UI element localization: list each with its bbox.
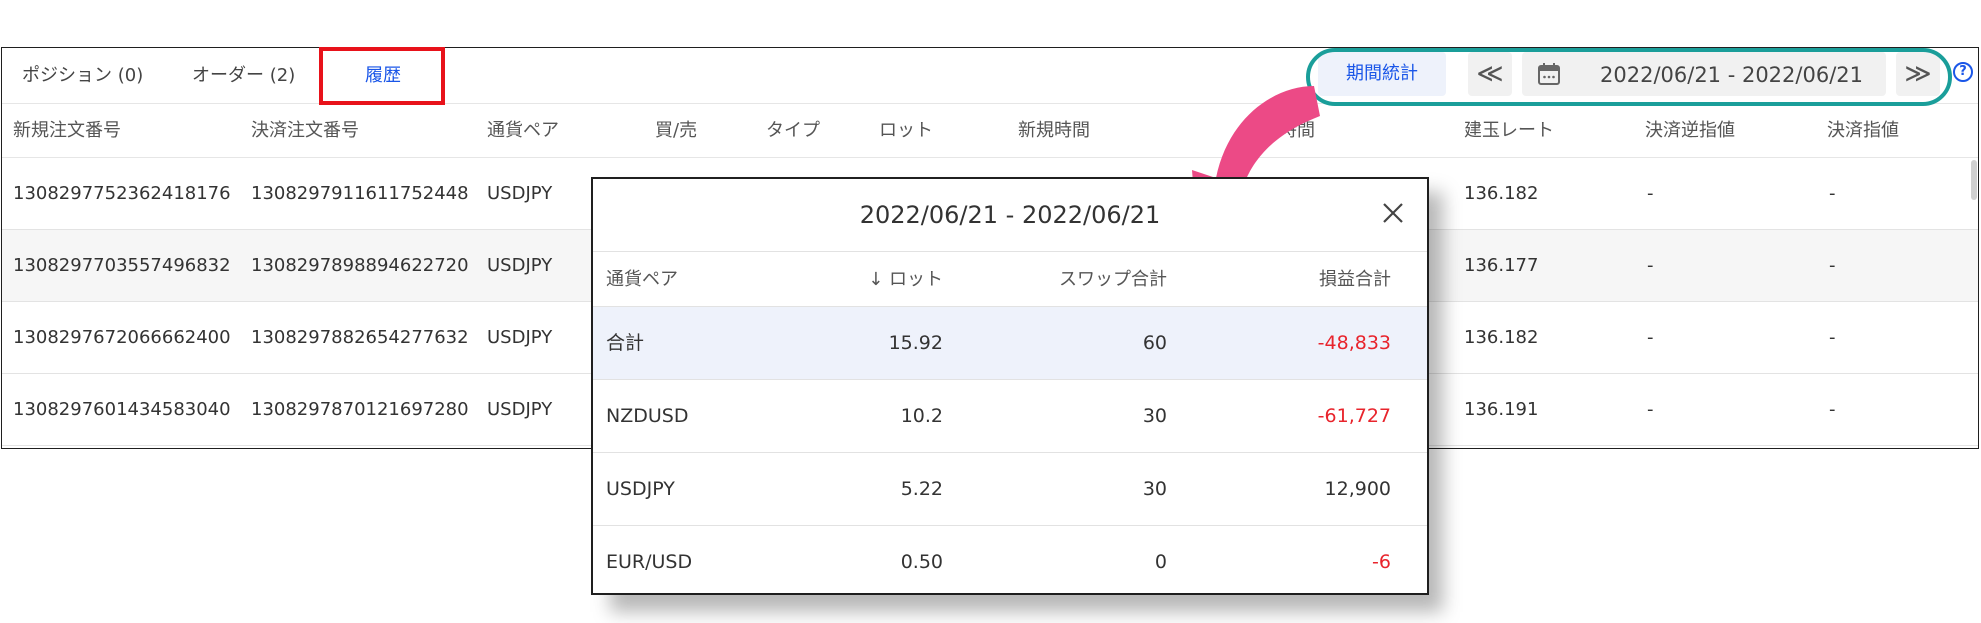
stats-pnl: -61,727 <box>1317 405 1391 427</box>
header-lot: ロット <box>879 120 933 141</box>
stats-swap: 60 <box>1142 332 1167 354</box>
header-new-order-no: 新規注文番号 <box>13 120 121 141</box>
stats-pnl: -48,833 <box>1317 332 1391 354</box>
stats-swap: 0 <box>1154 551 1167 573</box>
stats-row: EUR/USD 0.50 0 -6 <box>593 526 1427 593</box>
cell-new-order-no: 1308297672066662400 <box>13 327 231 348</box>
stats-pair: EUR/USD <box>606 551 693 573</box>
cell-currency-pair: USDJPY <box>487 399 553 420</box>
stats-swap: 30 <box>1142 405 1167 427</box>
cell-take-profit: - <box>1829 255 1836 276</box>
cell-take-profit: - <box>1829 183 1836 204</box>
stats-lot: 0.50 <box>900 551 943 573</box>
cell-position-rate: 136.182 <box>1464 183 1539 204</box>
header-type: タイプ <box>766 120 820 141</box>
cell-position-rate: 136.182 <box>1464 327 1539 348</box>
cell-stop-loss: - <box>1647 255 1654 276</box>
header-pair: 通貨ペア <box>606 269 678 290</box>
cell-new-order-no: 1308297752362418176 <box>13 183 231 204</box>
cell-stop-loss: - <box>1647 399 1654 420</box>
cell-stop-loss: - <box>1647 183 1654 204</box>
table-scrollbar[interactable] <box>1971 160 1977 200</box>
stats-swap: 30 <box>1142 478 1167 500</box>
cell-currency-pair: USDJPY <box>487 327 553 348</box>
dialog-title: 2022/06/21 - 2022/06/21 <box>859 201 1161 229</box>
stats-pair: NZDUSD <box>606 405 689 427</box>
period-stats-highlight <box>1306 48 1952 106</box>
header-swap-total: スワップ合計 <box>1059 269 1167 290</box>
history-tab-highlight <box>319 47 445 105</box>
table-header: 新規注文番号 決済注文番号 通貨ペア 買/売 タイプ ロット 新規時間 時間 建… <box>2 103 1978 158</box>
cell-take-profit: - <box>1829 399 1836 420</box>
help-icon[interactable]: ? <box>1953 62 1973 82</box>
cell-currency-pair: USDJPY <box>487 255 553 276</box>
cell-new-order-no: 1308297601434583040 <box>13 399 231 420</box>
cell-close-order-no: 1308297882654277632 <box>251 327 469 348</box>
stats-table-header: 通貨ペア ↓ ロット スワップ合計 損益合計 <box>593 251 1427 307</box>
stats-lot: 10.2 <box>900 405 943 427</box>
cell-close-order-no: 1308297911611752448 <box>251 183 469 204</box>
header-stop-loss: 決済逆指値 <box>1645 120 1735 141</box>
cell-new-order-no: 1308297703557496832 <box>13 255 231 276</box>
cell-close-order-no: 1308297898894622720 <box>251 255 469 276</box>
header-position-rate: 建玉レート <box>1464 120 1554 141</box>
header-take-profit: 決済指値 <box>1827 120 1899 141</box>
cell-stop-loss: - <box>1647 327 1654 348</box>
period-stats-dialog: 2022/06/21 - 2022/06/21 通貨ペア ↓ ロット スワップ合… <box>591 177 1429 595</box>
header-pnl-total: 損益合計 <box>1319 269 1391 290</box>
tab-positions[interactable]: ポジション (0) <box>22 48 143 103</box>
stats-pair: USDJPY <box>606 478 675 500</box>
header-new-time: 新規時間 <box>1018 120 1090 141</box>
close-icon[interactable] <box>1381 201 1405 229</box>
cell-take-profit: - <box>1829 327 1836 348</box>
stats-pair: 合計 <box>606 332 645 354</box>
stats-pnl: 12,900 <box>1324 478 1391 500</box>
cell-close-order-no: 1308297870121697280 <box>251 399 469 420</box>
cell-currency-pair: USDJPY <box>487 183 553 204</box>
stats-row: USDJPY 5.22 30 12,900 <box>593 453 1427 526</box>
header-buy-sell: 買/売 <box>655 120 698 141</box>
stats-pnl: -6 <box>1372 551 1391 573</box>
cell-position-rate: 136.177 <box>1464 255 1539 276</box>
stats-lot: 15.92 <box>888 332 943 354</box>
stats-lot: 5.22 <box>900 478 943 500</box>
stats-row: NZDUSD 10.2 30 -61,727 <box>593 380 1427 453</box>
header-close-order-no: 決済注文番号 <box>251 120 359 141</box>
stats-row-total: 合計 15.92 60 -48,833 <box>593 307 1427 380</box>
tab-orders[interactable]: オーダー (2) <box>192 48 295 103</box>
cell-position-rate: 136.191 <box>1464 399 1539 420</box>
header-currency-pair: 通貨ペア <box>487 120 559 141</box>
header-lot-sort[interactable]: ↓ ロット <box>793 252 943 308</box>
